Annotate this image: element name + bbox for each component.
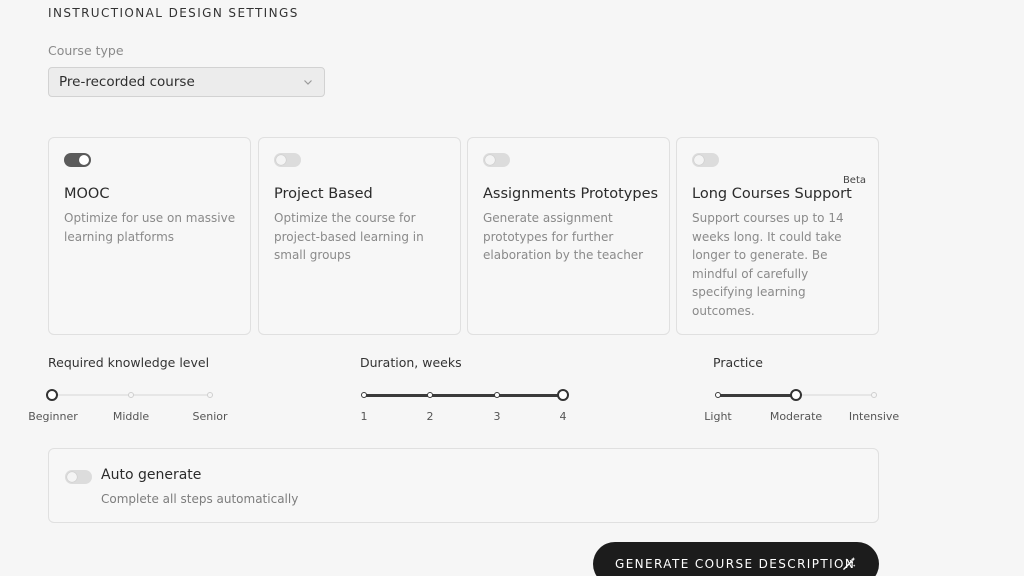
knowledge-stop-middle[interactable] bbox=[128, 392, 134, 398]
toggle-knob bbox=[694, 155, 704, 165]
course-type-value: Pre-recorded course bbox=[59, 74, 195, 90]
card-title: MOOC bbox=[64, 186, 110, 202]
auto-generate-panel: Auto generate Complete all steps automat… bbox=[48, 448, 879, 523]
practice-slider-handle[interactable] bbox=[790, 389, 802, 401]
card-title: Assignments Prototypes bbox=[483, 186, 659, 202]
assignments-prototypes-toggle[interactable] bbox=[483, 153, 510, 167]
card-title: Project Based bbox=[274, 186, 373, 202]
toggle-knob bbox=[79, 155, 89, 165]
duration-option-1[interactable]: 1 bbox=[361, 410, 368, 423]
duration-slider-handle[interactable] bbox=[557, 389, 569, 401]
course-type-select[interactable]: Pre-recorded course bbox=[48, 67, 325, 97]
card-description: Generate assignment prototypes for furth… bbox=[483, 211, 644, 262]
toggle-knob bbox=[67, 472, 77, 482]
card-description: Optimize for use on massive learning pla… bbox=[64, 211, 236, 244]
mooc-toggle[interactable] bbox=[64, 153, 91, 167]
practice-option-intensive[interactable]: Intensive bbox=[849, 410, 899, 423]
generate-course-description-button[interactable]: GENERATE COURSE DESCRIPTION bbox=[593, 542, 879, 576]
duration-option-4[interactable]: 4 bbox=[560, 410, 567, 423]
knowledge-option-senior[interactable]: Senior bbox=[192, 410, 227, 423]
practice-stop-intensive[interactable] bbox=[871, 392, 877, 398]
duration-label: Duration, weeks bbox=[360, 355, 462, 370]
duration-stop-2[interactable] bbox=[427, 392, 433, 398]
knowledge-stop-senior[interactable] bbox=[207, 392, 213, 398]
practice-option-moderate[interactable]: Moderate bbox=[770, 410, 822, 423]
chevron-down-icon bbox=[304, 80, 312, 85]
duration-stop-1[interactable] bbox=[361, 392, 367, 398]
generate-button-label: GENERATE COURSE DESCRIPTION bbox=[615, 557, 856, 571]
project-based-toggle[interactable] bbox=[274, 153, 301, 167]
practice-label: Practice bbox=[713, 355, 763, 370]
auto-generate-title: Auto generate bbox=[101, 467, 202, 483]
course-type-label: Course type bbox=[48, 43, 124, 58]
auto-generate-description: Complete all steps automatically bbox=[101, 492, 299, 506]
beta-badge: Beta bbox=[842, 175, 866, 186]
section-title: INSTRUCTIONAL DESIGN SETTINGS bbox=[48, 6, 299, 20]
card-assignments-prototypes[interactable]: Assignments Prototypes Generate assignme… bbox=[467, 137, 670, 335]
auto-generate-toggle[interactable] bbox=[65, 470, 92, 484]
practice-option-light[interactable]: Light bbox=[704, 410, 731, 423]
knowledge-level-label: Required knowledge level bbox=[48, 355, 210, 370]
magic-wand-icon bbox=[843, 556, 856, 570]
duration-stop-3[interactable] bbox=[494, 392, 500, 398]
long-courses-toggle[interactable] bbox=[692, 153, 719, 167]
card-title: Long Courses Support bbox=[692, 186, 852, 202]
card-description: Support courses up to 14 weeks long. It … bbox=[692, 211, 844, 318]
toggle-knob bbox=[276, 155, 286, 165]
toggle-knob bbox=[485, 155, 495, 165]
practice-slider-fill[interactable] bbox=[718, 394, 796, 397]
knowledge-option-middle[interactable]: Middle bbox=[113, 410, 149, 423]
card-long-courses-support[interactable]: Beta Long Courses Support Support course… bbox=[676, 137, 879, 335]
duration-option-3[interactable]: 3 bbox=[494, 410, 501, 423]
duration-option-2[interactable]: 2 bbox=[427, 410, 434, 423]
knowledge-slider-handle[interactable] bbox=[46, 389, 58, 401]
practice-stop-light[interactable] bbox=[715, 392, 721, 398]
duration-slider-fill[interactable] bbox=[364, 394, 563, 397]
card-description: Optimize the course for project-based le… bbox=[274, 211, 424, 262]
card-project-based[interactable]: Project Based Optimize the course for pr… bbox=[258, 137, 461, 335]
card-mooc[interactable]: MOOC Optimize for use on massive learnin… bbox=[48, 137, 251, 335]
knowledge-option-beginner[interactable]: Beginner bbox=[28, 410, 78, 423]
